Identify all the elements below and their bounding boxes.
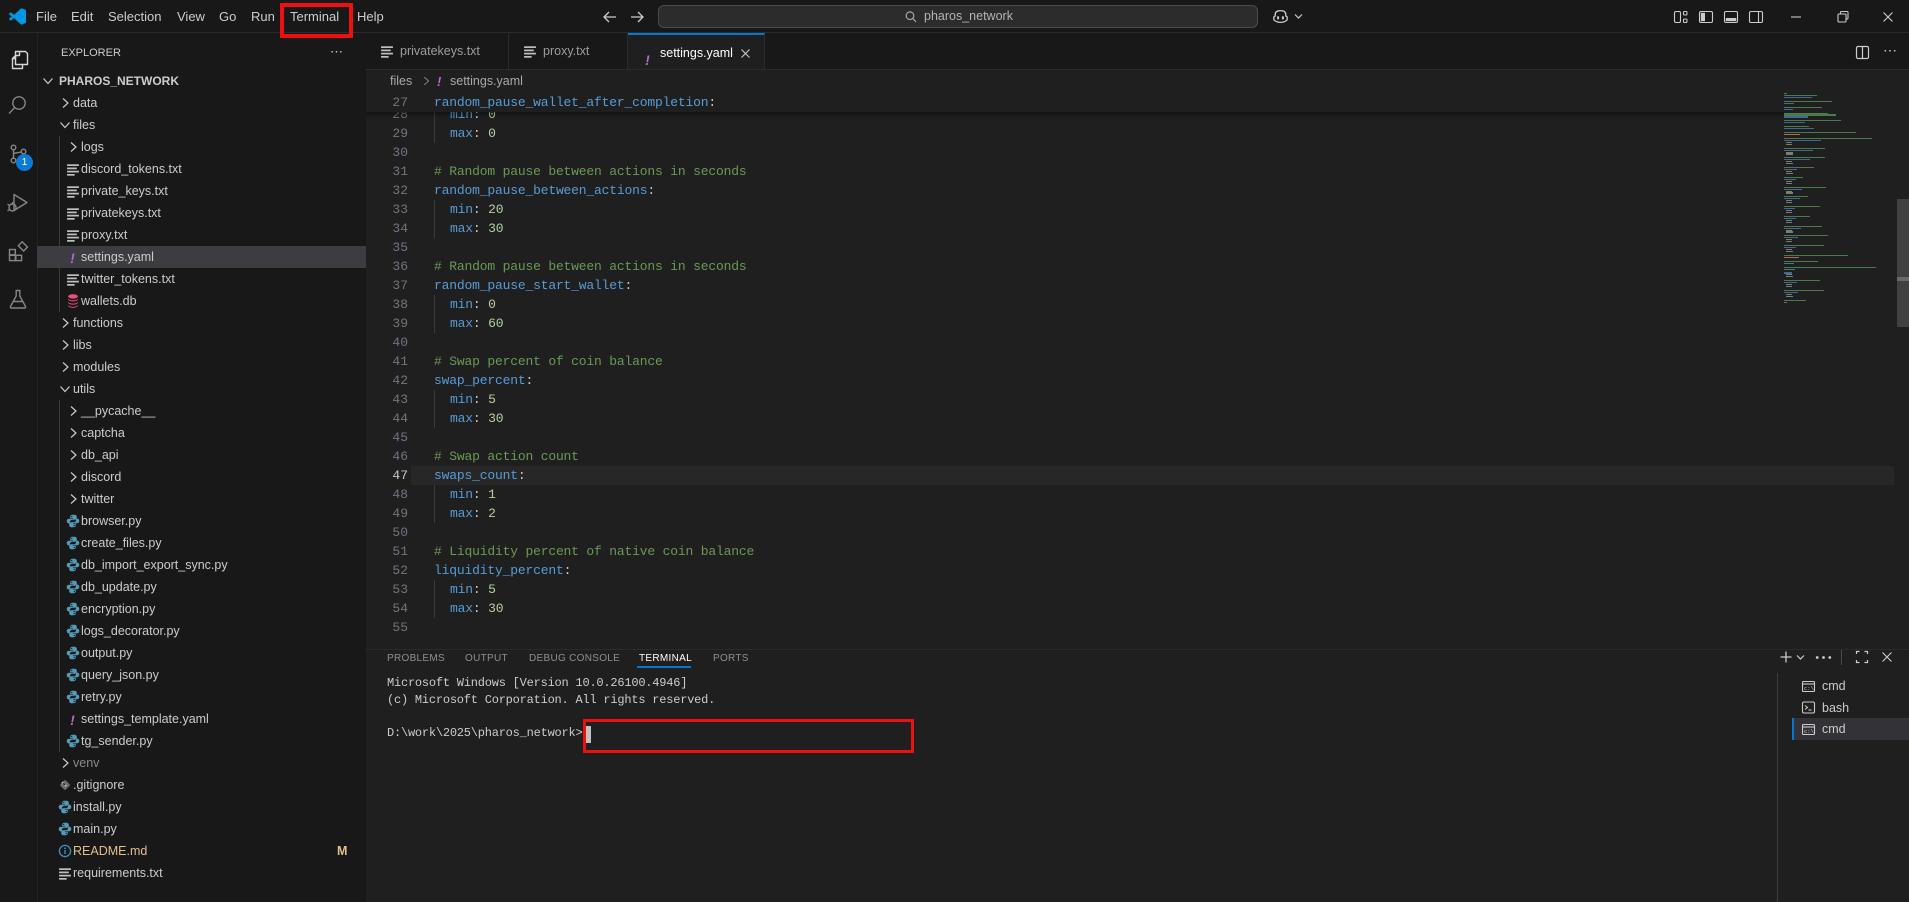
svg-text:c:\: c:\ (1804, 728, 1814, 735)
svg-text:c:\: c:\ (1804, 685, 1814, 692)
